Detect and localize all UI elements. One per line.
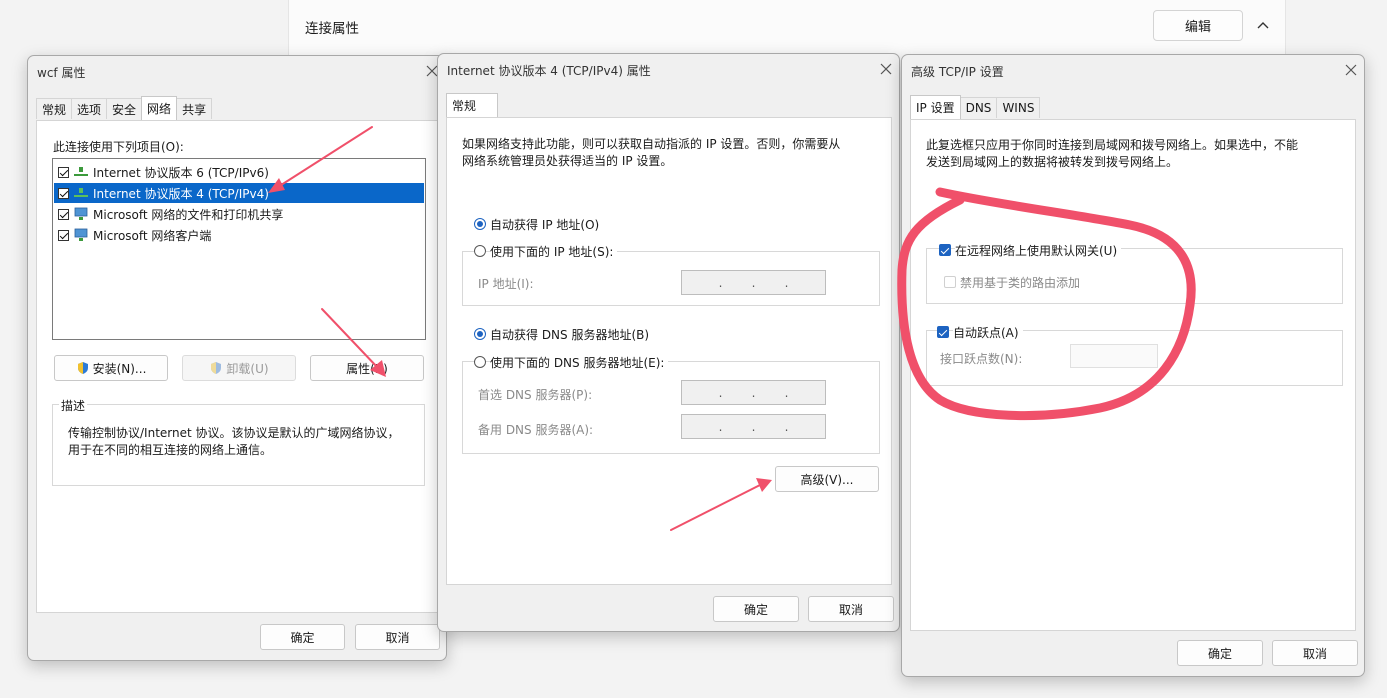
general-panel: 如果网络支持此功能，则可以获取自动指派的 IP 设置。否则，你需要从 网络系统管…	[446, 117, 892, 585]
properties-button[interactable]: 属性(R)	[310, 355, 424, 381]
tab-ip-settings[interactable]: IP 设置	[910, 95, 961, 119]
ip-address-label: IP 地址(I):	[478, 277, 534, 291]
list-item-label: Microsoft 网络客户端	[93, 228, 212, 243]
networking-panel: 此连接使用下列项目(O): Internet 协议版本 6 (TCP/IPv6)…	[36, 120, 438, 613]
auto-dns-label: 自动获得 DNS 服务器地址(B)	[490, 328, 650, 342]
description-title: 描述	[59, 397, 88, 414]
shield-icon	[77, 362, 88, 374]
auto-ip-radio[interactable]	[474, 218, 486, 230]
tab-dns[interactable]: DNS	[959, 97, 998, 118]
list-item-ipv6[interactable]: Internet 协议版本 6 (TCP/IPv6)	[54, 162, 424, 182]
list-item-label: Internet 协议版本 4 (TCP/IPv4)	[93, 186, 269, 201]
preferred-dns-input[interactable]: ...	[681, 380, 826, 405]
tab-networking[interactable]: 网络	[141, 96, 178, 120]
list-item-client[interactable]: Microsoft 网络客户端	[54, 225, 424, 245]
alternate-dns-label: 备用 DNS 服务器(A):	[478, 423, 594, 437]
install-button[interactable]: 安装(N)...	[54, 355, 168, 381]
checkbox-ipv6[interactable]	[58, 166, 69, 178]
use-default-gateway-label: 在远程网络上使用默认网关(U)	[955, 242, 1122, 259]
checkbox-file-sharing[interactable]	[58, 208, 69, 220]
dialog-title: 高级 TCP/IP 设置	[911, 65, 1004, 79]
checkbox-client[interactable]	[58, 229, 69, 241]
manual-dns-radio[interactable]	[474, 356, 486, 368]
uninstall-button[interactable]: 卸载(U)	[182, 355, 296, 381]
description-line-1: 传输控制协议/Internet 协议。该协议是默认的广域网络协议，	[68, 426, 400, 440]
edit-button[interactable]: 编辑	[1153, 10, 1243, 41]
tab-general[interactable]: 常规	[446, 93, 498, 117]
manual-ip-label: 使用下面的 IP 地址(S):	[490, 243, 618, 260]
auto-ip-label: 自动获得 IP 地址(O)	[490, 218, 600, 232]
ok-button[interactable]: 确定	[260, 624, 345, 650]
list-item-file-sharing[interactable]: Microsoft 网络的文件和打印机共享	[54, 204, 424, 224]
items-listbox[interactable]: Internet 协议版本 6 (TCP/IPv6) Internet 协议版本…	[52, 158, 426, 340]
info-line-2: 发送到局域网上的数据将被转发到拨号网络上。	[926, 155, 1179, 169]
tab-security[interactable]: 安全	[106, 98, 143, 119]
intro-line-1: 如果网络支持此功能，则可以获取自动指派的 IP 设置。否则，你需要从	[462, 137, 841, 151]
dialog-title: Internet 协议版本 4 (TCP/IPv4) 属性	[447, 64, 651, 78]
preferred-dns-label: 首选 DNS 服务器(P):	[478, 388, 593, 402]
shield-icon	[211, 362, 222, 374]
interface-metric-label: 接口跃点数(N):	[940, 352, 1023, 366]
network-computer-icon	[74, 207, 88, 220]
cancel-button[interactable]: 取消	[808, 596, 894, 622]
ip-settings-panel: 此复选框只应用于你同时连接到局域网和拨号网络上。如果选中，不能 发送到局域网上的…	[910, 119, 1356, 631]
list-item-label: Microsoft 网络的文件和打印机共享	[93, 207, 284, 222]
advanced-button[interactable]: 高级(V)...	[775, 466, 879, 492]
close-icon[interactable]	[877, 60, 895, 78]
cancel-button[interactable]: 取消	[355, 624, 440, 650]
manual-dns-group	[462, 361, 880, 454]
disable-class-routes-checkbox[interactable]	[944, 276, 956, 288]
advanced-tcpip-dialog: 高级 TCP/IP 设置 IP 设置 DNS WINS 此复选框只应用于你同时连…	[901, 54, 1365, 677]
network-protocol-icon	[74, 167, 88, 176]
interface-metric-input[interactable]	[1070, 344, 1158, 368]
cancel-button[interactable]: 取消	[1272, 640, 1358, 666]
list-label: 此连接使用下列项目(O):	[53, 140, 184, 154]
ipv4-properties-dialog: Internet 协议版本 4 (TCP/IPv4) 属性 常规 如果网络支持此…	[437, 53, 900, 632]
close-icon[interactable]	[1342, 61, 1360, 79]
info-line-1: 此复选框只应用于你同时连接到局域网和拨号网络上。如果选中，不能	[926, 138, 1299, 152]
section-title: 连接属性	[305, 21, 359, 37]
use-default-gateway-checkbox[interactable]	[939, 244, 951, 256]
alternate-dns-input[interactable]: ...	[681, 414, 826, 439]
auto-metric-checkbox[interactable]	[937, 326, 949, 338]
manual-dns-label: 使用下面的 DNS 服务器地址(E):	[490, 354, 669, 371]
tab-sharing[interactable]: 共享	[176, 98, 213, 119]
ok-button[interactable]: 确定	[713, 596, 799, 622]
dialog-title: wcf 属性	[37, 66, 86, 80]
description-group: 描述 传输控制协议/Internet 协议。该协议是默认的广域网络协议， 用于在…	[52, 397, 425, 486]
network-protocol-icon	[74, 188, 88, 197]
description-line-2: 用于在不同的相互连接的网络上通信。	[68, 443, 273, 457]
connection-properties-card: 连接属性 编辑	[288, 0, 1286, 60]
checkbox-ipv4[interactable]	[58, 187, 69, 199]
list-item-label: Internet 协议版本 6 (TCP/IPv6)	[93, 165, 269, 180]
manual-ip-radio[interactable]	[474, 245, 486, 257]
intro-line-2: 网络系统管理员处获得适当的 IP 设置。	[462, 154, 673, 168]
ip-address-input[interactable]: ...	[681, 270, 826, 295]
wcf-properties-dialog: wcf 属性 常规 选项 安全 网络 共享 此连接使用下列项目(O): Inte…	[27, 55, 447, 661]
auto-metric-label: 自动跃点(A)	[953, 324, 1023, 341]
network-computer-icon	[74, 228, 88, 241]
auto-dns-radio[interactable]	[474, 328, 486, 340]
tab-general[interactable]: 常规	[36, 98, 73, 119]
disable-class-routes-label: 禁用基于类的路由添加	[960, 276, 1081, 290]
list-item-ipv4[interactable]: Internet 协议版本 4 (TCP/IPv4)	[54, 183, 424, 203]
tab-options[interactable]: 选项	[71, 98, 108, 119]
ok-button[interactable]: 确定	[1177, 640, 1263, 666]
chevron-up-icon[interactable]	[1251, 14, 1275, 38]
tab-wins[interactable]: WINS	[996, 97, 1041, 118]
